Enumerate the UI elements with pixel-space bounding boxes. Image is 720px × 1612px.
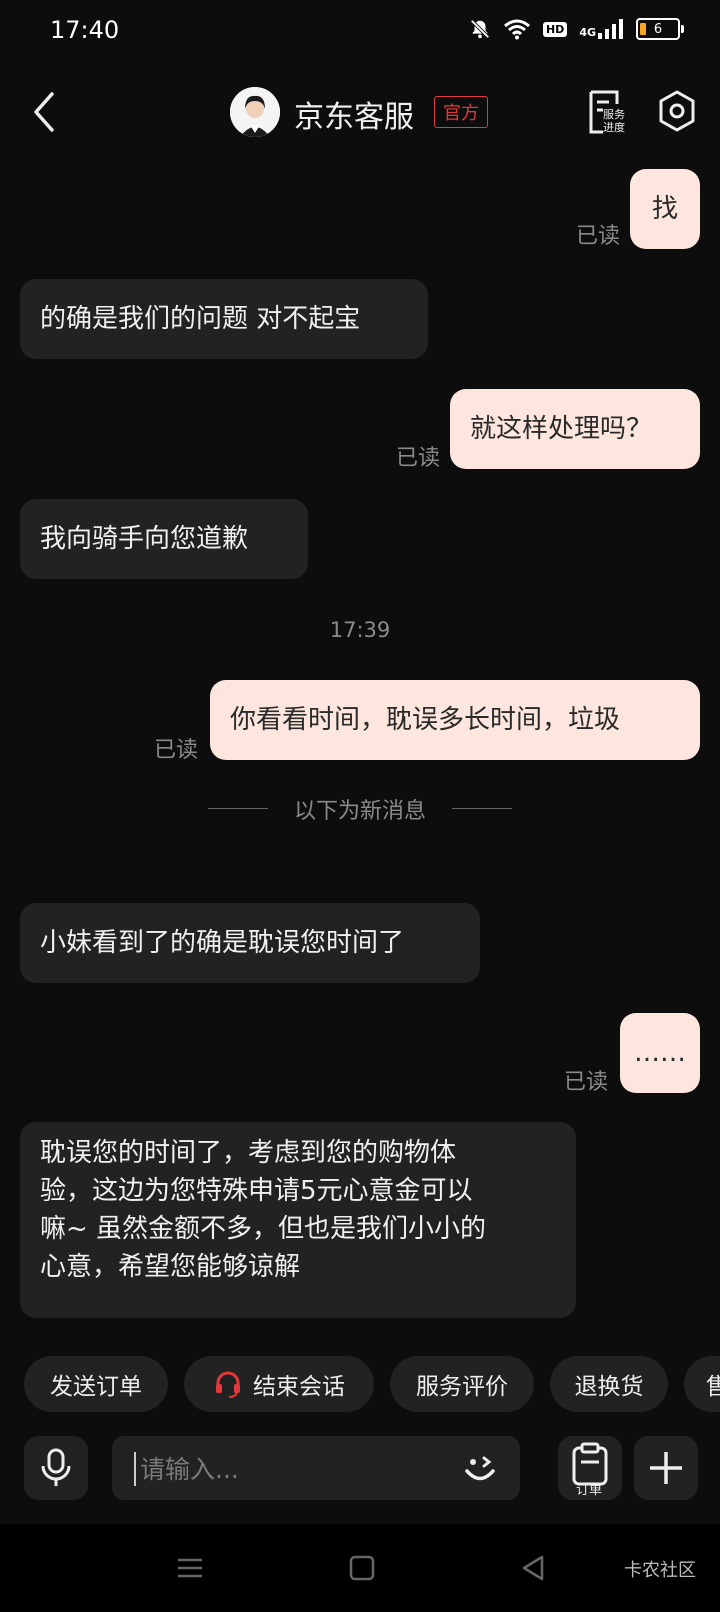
text-caret <box>134 1452 136 1486</box>
end-session-label: 结束会话 <box>253 1374 345 1400</box>
clipboard-order-icon: 订单 <box>572 1442 608 1498</box>
emoji-wink-icon[interactable] <box>460 1448 500 1488</box>
message-line: 耽误您的时间了，考虑到您的购物体 <box>40 1138 457 1168</box>
microphone-icon <box>41 1448 71 1486</box>
quick-actions-bar: 发送订单 结束会话 服务评价 退换货 售 <box>0 1356 720 1414</box>
message-bubble-out[interactable]: 你看看时间，耽误多长时间，垃圾 <box>210 680 700 760</box>
menu-icon[interactable] <box>168 1546 212 1590</box>
watermark: 卡农社区 <box>624 1560 696 1581</box>
signal-icon: 4G <box>579 19 624 39</box>
service-label-2: 进度 <box>603 120 625 134</box>
end-session-chip[interactable]: 结束会话 <box>184 1356 374 1412</box>
message-bubble-out[interactable]: 找 <box>630 169 700 249</box>
back-triangle-icon[interactable] <box>512 1546 556 1590</box>
official-badge: 官方 <box>434 96 488 128</box>
return-exchange-chip[interactable]: 退换货 <box>550 1356 668 1412</box>
message-line: 嘛~ 虽然金额不多，但也是我们小小的 <box>40 1214 487 1244</box>
back-arrow-icon[interactable] <box>26 88 66 136</box>
message-bubble-in[interactable]: 小妹看到了的确是耽误您时间了 <box>20 903 480 983</box>
voice-input-button[interactable] <box>24 1436 88 1500</box>
message-bubble-in[interactable]: 耽误您的时间了，考虑到您的购物体 验，这边为您特殊申请5元心意金可以 嘛~ 虽然… <box>20 1122 576 1318</box>
more-options-button[interactable] <box>634 1436 698 1500</box>
service-progress-icon: 服务 进度 <box>589 90 625 134</box>
agent-avatar[interactable] <box>230 87 280 137</box>
wifi-icon <box>504 19 530 40</box>
plus-icon <box>650 1452 682 1484</box>
read-receipt: 已读 <box>576 224 621 249</box>
home-square-icon[interactable] <box>340 1546 384 1590</box>
status-bar: 17:40 HD 4G 6 <box>0 0 720 64</box>
message-bubble-in[interactable]: 我向骑手向您道歉 <box>20 499 308 579</box>
send-order-chip[interactable]: 发送订单 <box>24 1356 168 1412</box>
service-review-chip[interactable]: 服务评价 <box>390 1356 534 1412</box>
service-progress-button[interactable]: 服务 进度 <box>585 88 633 136</box>
message-bubble-out[interactable]: 就这样处理吗？ <box>450 389 700 469</box>
message-line: 验，这边为您特殊申请5元心意金可以 <box>40 1176 473 1206</box>
service-label-1: 服务 <box>603 108 625 121</box>
hd-badge: HD <box>542 21 568 37</box>
new-messages-divider: 以下为新消息 <box>0 793 720 824</box>
battery-level: 6 <box>653 21 663 37</box>
message-input-box[interactable] <box>112 1436 520 1500</box>
time-separator: 17:39 <box>329 618 391 642</box>
network-type: 4G <box>579 26 596 39</box>
chat-header: 京东客服 官方 服务 进度 <box>0 72 720 152</box>
order-button[interactable]: 订单 <box>558 1436 622 1500</box>
status-time: 17:40 <box>50 16 120 44</box>
input-bar: 订单 <box>0 1436 720 1502</box>
read-receipt: 已读 <box>154 738 199 763</box>
read-receipt: 已读 <box>564 1070 609 1095</box>
system-navigation-bar: 卡农社区 <box>0 1524 720 1612</box>
after-sales-chip[interactable]: 售 <box>684 1356 720 1412</box>
headset-icon <box>216 1371 240 1398</box>
mute-bell-icon <box>470 19 490 39</box>
read-receipt: 已读 <box>396 446 441 471</box>
new-messages-label: 以下为新消息 <box>293 799 426 824</box>
message-bubble-in[interactable]: 的确是我们的问题 对不起宝 <box>20 279 428 359</box>
divider-line-right <box>452 808 512 809</box>
message-input[interactable] <box>138 1446 442 1492</box>
status-icons: HD 4G 6 <box>469 18 684 40</box>
settings-hexagon-icon[interactable] <box>654 88 700 134</box>
message-bubble-out[interactable]: …… <box>620 1013 700 1093</box>
battery-icon: 6 <box>636 18 684 40</box>
message-line: 心意，希望您能够谅解 <box>40 1252 301 1282</box>
order-label: 订单 <box>576 1483 602 1498</box>
chat-title: 京东客服 <box>294 100 414 135</box>
